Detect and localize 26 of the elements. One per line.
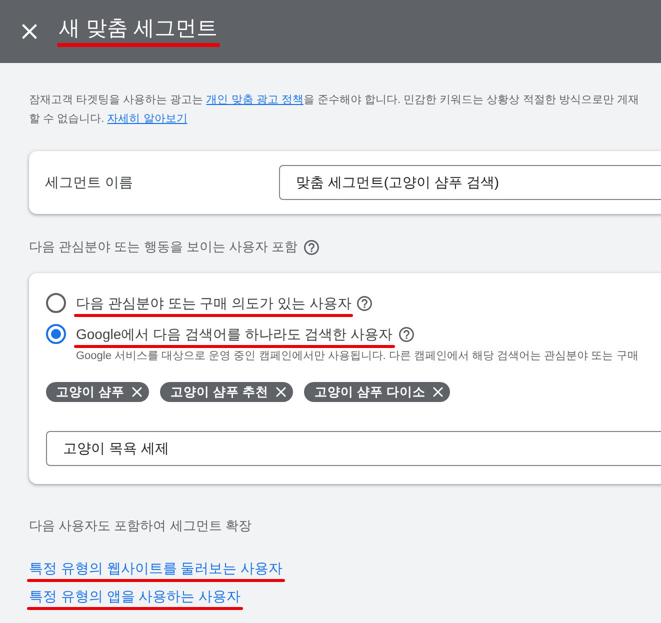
remove-icon[interactable] bbox=[132, 387, 142, 397]
page-title: 새 맞춤 세그먼트 bbox=[59, 16, 218, 42]
segment-name-field[interactable]: 맞춤 세그먼트(고양이 샴푸 검색) bbox=[279, 165, 661, 200]
help-icon[interactable] bbox=[357, 296, 372, 311]
help-icon[interactable] bbox=[304, 240, 319, 254]
section-heading: 다음 관심분야 또는 행동을 보이는 사용자 포함 bbox=[29, 239, 298, 255]
field-label: 세그먼트 이름 bbox=[45, 174, 134, 192]
chip-label: 고양이 샴푸 bbox=[56, 384, 124, 400]
chip-label: 고양이 샴푸 추천 bbox=[170, 384, 268, 400]
keyword-input-field[interactable]: 고양이 목욕 세제 bbox=[46, 431, 661, 466]
close-icon[interactable] bbox=[22, 24, 37, 39]
remove-icon[interactable] bbox=[433, 387, 444, 397]
policy-notice: 잠재고객 타겟팅을 사용하는 광고는 개인 맞춤 광고 정책을 준수해야 합니다. 민감한 키워드는 상황상 적절한 방식으로만 게재 할 수 없습니다. 자세히 알아보기 bbox=[29, 93, 640, 127]
policy-link[interactable]: 개인 맞춤 광고 정책 bbox=[206, 94, 304, 106]
audience-link[interactable]: 특정 유형의 앱을 사용하는 사용자 bbox=[29, 587, 241, 606]
help-icon[interactable] bbox=[398, 327, 414, 342]
audience-link[interactable]: 특정 유형의 웹사이트를 둘러보는 사용자 bbox=[29, 559, 283, 578]
option-label[interactable]: 다음 관심분야 또는 구매 의도가 있는 사용자 bbox=[76, 293, 352, 313]
radio-button[interactable] bbox=[46, 293, 66, 313]
radio-button[interactable] bbox=[46, 324, 66, 344]
option-label[interactable]: Google에서 다음 검색어를 하나라도 검색한 사용자 bbox=[76, 324, 393, 344]
option-hint: Google 서비스를 대상으로 운영 중인 캠페인에서만 사용됩니다. 다른 캠페인에서 해당 검색어는 관심분야 또는 구매 bbox=[76, 349, 640, 363]
remove-icon[interactable] bbox=[276, 387, 286, 397]
section-heading: 다음 사용자도 포함하여 세그먼트 확장 bbox=[29, 518, 252, 534]
chip-label: 고양이 샴푸 다이소 bbox=[314, 384, 426, 400]
policy-link[interactable]: 자세히 알아보기 bbox=[107, 113, 188, 125]
